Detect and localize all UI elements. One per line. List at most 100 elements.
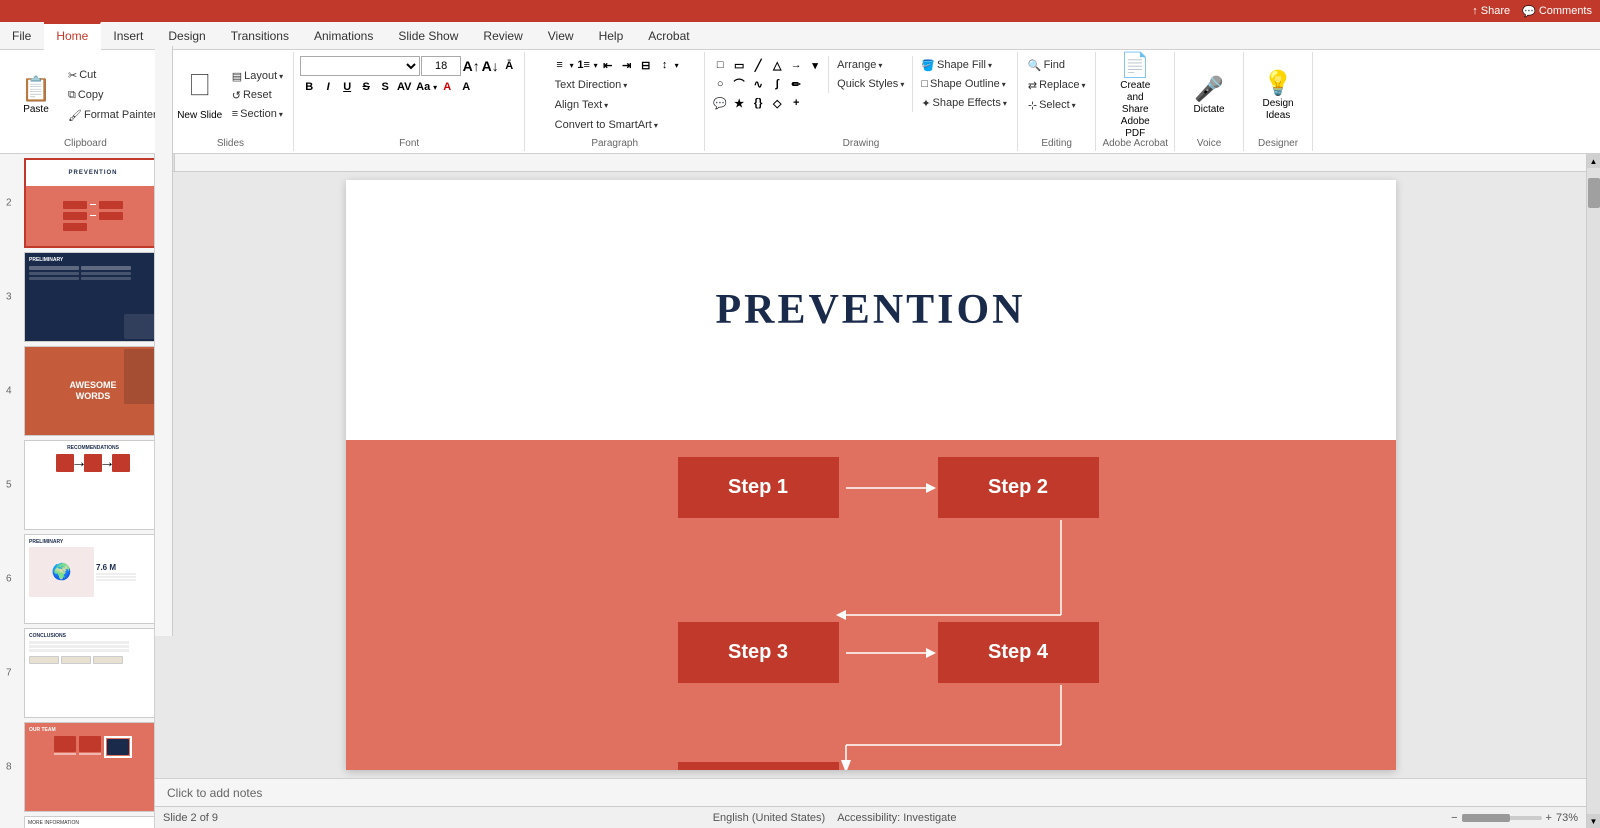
step4-box[interactable]: Step 4: [936, 620, 1101, 685]
callout-shape[interactable]: 💬: [711, 94, 729, 112]
star-shape[interactable]: ★: [730, 94, 748, 112]
step3-box[interactable]: Step 3: [676, 620, 841, 685]
slide-thumb-8[interactable]: OUR TEAM: [24, 722, 155, 812]
tab-slideshow[interactable]: Slide Show: [386, 22, 471, 49]
scroll-track[interactable]: [1587, 168, 1600, 814]
vertical-scrollbar[interactable]: ▲ ▼: [1586, 154, 1600, 828]
decrease-indent-button[interactable]: ⇤: [599, 56, 617, 74]
slide-thumb-4[interactable]: AWESOMEWORDS: [24, 346, 155, 436]
dictate-button[interactable]: 🎤 Dictate: [1183, 66, 1235, 124]
scroll-down-button[interactable]: ▼: [1587, 814, 1600, 828]
rectangle-shape[interactable]: □: [711, 56, 729, 74]
slide-thumb-7[interactable]: CONCLUSIONS: [24, 628, 155, 718]
align-text-button[interactable]: Align Text ▾: [551, 96, 613, 114]
font-color-button[interactable]: A: [438, 78, 456, 96]
circle-shape[interactable]: ○: [711, 75, 729, 93]
bracket-shape[interactable]: {}: [749, 94, 767, 112]
tab-design[interactable]: Design: [156, 22, 218, 49]
quick-styles-button[interactable]: Quick Styles ▾: [833, 75, 908, 93]
scroll-up-button[interactable]: ▲: [1587, 154, 1600, 168]
char-spacing-button[interactable]: AV: [395, 78, 413, 96]
slide-panel: 2 PREVENTION: [0, 154, 155, 828]
freeform-shape[interactable]: ∫: [768, 75, 786, 93]
shape-fill-button[interactable]: 🪣 Shape Fill ▾: [917, 56, 1011, 74]
shape-outline-button[interactable]: □ Shape Outline ▾: [917, 75, 1011, 93]
arrange-button[interactable]: Arrange ▾: [833, 56, 908, 74]
triangle-shape[interactable]: △: [768, 56, 786, 74]
arc-shape[interactable]: ⌒: [730, 75, 748, 93]
comments-button[interactable]: 💬 Comments: [1522, 5, 1592, 18]
slide-thumb-2[interactable]: PREVENTION: [24, 158, 155, 248]
shape-effects-button[interactable]: ✦ Shape Effects ▾: [917, 94, 1011, 112]
tab-view[interactable]: View: [536, 22, 587, 49]
equation-shape[interactable]: +: [787, 94, 805, 112]
zoom-out-button[interactable]: −: [1451, 812, 1457, 824]
scribble-shape[interactable]: ✏: [787, 75, 805, 93]
cut-button[interactable]: ✂ Cut: [64, 66, 161, 84]
font-family-select[interactable]: [300, 56, 420, 76]
zoom-in-button[interactable]: +: [1546, 812, 1552, 824]
underline-button[interactable]: U: [338, 78, 356, 96]
line-shape[interactable]: ╱: [749, 56, 767, 74]
share-button[interactable]: ↑ Share: [1472, 5, 1510, 17]
arrow-shape[interactable]: →: [787, 56, 805, 74]
slide-thumb-5[interactable]: RECOMMENDATIONS → →: [24, 440, 155, 530]
design-ideas-button[interactable]: 💡 Design Ideas: [1252, 66, 1304, 124]
slide-thumb-6[interactable]: PRELIMINARY 🌍 7.6 M: [24, 534, 155, 624]
convert-smartart-button[interactable]: Convert to SmartArt ▾: [551, 116, 662, 134]
new-slide-button[interactable]: 🗌 New Slide: [174, 66, 226, 124]
paste-button[interactable]: 📋 Paste: [10, 66, 62, 124]
find-button[interactable]: 🔍 Find: [1024, 56, 1090, 74]
scroll-thumb[interactable]: [1588, 178, 1600, 208]
text-direction-button[interactable]: Text Direction ▾: [551, 76, 632, 94]
font-size-input[interactable]: [421, 56, 461, 76]
step5-box[interactable]: Step 5: [676, 760, 841, 770]
columns-button[interactable]: ⊟: [637, 56, 655, 74]
replace-button[interactable]: ⇄ Replace ▾: [1024, 76, 1090, 94]
slide-thumb-9[interactable]: MORE INFORMATION: [24, 816, 155, 828]
strikethrough-button[interactable]: S: [357, 78, 375, 96]
section-button[interactable]: ≡ Section ▾: [228, 105, 287, 123]
layout-button[interactable]: ▤ Layout ▾: [228, 67, 287, 85]
clear-formatting-button[interactable]: Ā: [500, 57, 518, 75]
zoom-controls[interactable]: − + 73%: [1451, 812, 1578, 824]
tab-file[interactable]: File: [0, 22, 44, 49]
tab-acrobat[interactable]: Acrobat: [636, 22, 702, 49]
adobe-acrobat-group: 📄 Create and ShareAdobe PDF Adobe Acroba…: [1096, 52, 1175, 151]
format-painter-button[interactable]: 🖌 Format Painter: [64, 106, 161, 124]
numbering-button[interactable]: 1≡: [575, 56, 593, 74]
curve-shape[interactable]: ∿: [749, 75, 767, 93]
clipboard-label: Clipboard: [64, 136, 107, 149]
more-shapes[interactable]: ▾: [806, 56, 824, 74]
shadow-button[interactable]: S: [376, 78, 394, 96]
line-spacing-button[interactable]: ↕: [656, 56, 674, 74]
decrease-font-button[interactable]: A↓: [481, 57, 499, 75]
step1-box[interactable]: Step 1: [676, 455, 841, 520]
shape-effects-icon: ✦: [921, 97, 930, 110]
flowchart-shape[interactable]: ◇: [768, 94, 786, 112]
rounded-rect-shape[interactable]: ▭: [730, 56, 748, 74]
tab-help[interactable]: Help: [587, 22, 637, 49]
bullets-button[interactable]: ≡: [551, 56, 569, 74]
drawing-label: Drawing: [843, 136, 880, 149]
slide-container[interactable]: PREVENTION: [155, 172, 1586, 778]
reset-button[interactable]: ↺ Reset: [228, 86, 287, 104]
tab-animations[interactable]: Animations: [302, 22, 386, 49]
tab-review[interactable]: Review: [471, 22, 535, 49]
slide-canvas[interactable]: PREVENTION: [346, 180, 1396, 770]
increase-indent-button[interactable]: ⇥: [618, 56, 636, 74]
change-case-button[interactable]: Aa: [414, 78, 432, 96]
step2-box[interactable]: Step 2: [936, 455, 1101, 520]
notes-bar[interactable]: Click to add notes: [155, 778, 1586, 806]
copy-button[interactable]: ⧉ Copy: [64, 86, 161, 104]
highlight-button[interactable]: A: [457, 78, 475, 96]
select-button[interactable]: ⊹ Select ▾: [1024, 96, 1090, 114]
italic-button[interactable]: I: [319, 78, 337, 96]
create-share-pdf-button[interactable]: 📄 Create and ShareAdobe PDF: [1109, 66, 1161, 124]
tab-insert[interactable]: Insert: [101, 22, 156, 49]
increase-font-button[interactable]: A↑: [462, 57, 480, 75]
slide-thumb-3[interactable]: PRELIMINARY: [24, 252, 155, 342]
tab-transitions[interactable]: Transitions: [219, 22, 302, 49]
bold-button[interactable]: B: [300, 78, 318, 96]
tab-home[interactable]: Home: [44, 22, 101, 50]
